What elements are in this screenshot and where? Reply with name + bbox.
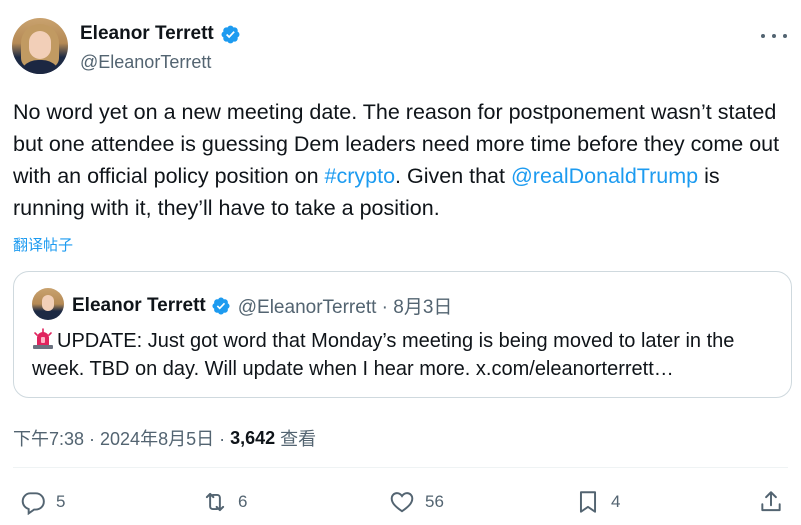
author-handle[interactable]: @EleanorTerrett bbox=[80, 52, 211, 73]
reply-button[interactable]: 5 bbox=[20, 489, 65, 515]
reply-icon bbox=[21, 492, 45, 515]
verified-badge-icon bbox=[221, 25, 240, 43]
views-label: 查看 bbox=[280, 429, 317, 449]
views-count: 3,642 bbox=[230, 427, 276, 448]
tweet-text-part: . Given that bbox=[395, 164, 511, 188]
reply-count: 5 bbox=[56, 492, 66, 511]
divider bbox=[13, 467, 788, 468]
heart-icon bbox=[390, 492, 414, 513]
quoted-tweet-text: UPDATE: Just got word that Monday’s meet… bbox=[32, 327, 777, 383]
quoted-tweet-header: Eleanor Terrett @EleanorTerrett · 8月3日 bbox=[72, 292, 452, 319]
verified-badge-icon bbox=[212, 297, 230, 314]
tweet-header: Eleanor Terrett @EleanorTerrett bbox=[12, 18, 789, 78]
tweet-text: No word yet on a new meeting date. The r… bbox=[13, 96, 788, 224]
author-name-row: Eleanor Terrett bbox=[80, 23, 241, 45]
tweet-timestamp: 下午7:38 · 2024年8月5日 · 3,642 查看 bbox=[13, 425, 316, 451]
bookmark-icon bbox=[579, 491, 597, 513]
time-date[interactable]: 下午7:38 · 2024年8月5日 · bbox=[13, 425, 225, 451]
retweet-count: 6 bbox=[238, 492, 248, 511]
more-options-icon[interactable] bbox=[761, 26, 787, 46]
bookmark-button[interactable]: 4 bbox=[575, 489, 620, 515]
quoted-author-name: Eleanor Terrett bbox=[72, 294, 206, 316]
quoted-handle-date: @EleanorTerrett · 8月3日 bbox=[237, 297, 453, 318]
action-bar: 5 6 56 4 bbox=[0, 485, 801, 525]
mention-realdonaldtrump-link[interactable]: @realDonaldTrump bbox=[511, 164, 698, 188]
translate-post-link[interactable]: 翻译帖子 bbox=[13, 234, 73, 255]
like-count: 56 bbox=[425, 492, 444, 511]
like-button[interactable]: 56 bbox=[389, 489, 444, 515]
retweet-button[interactable]: 6 bbox=[202, 489, 247, 515]
bookmark-count: 4 bbox=[611, 492, 621, 511]
hashtag-crypto-link[interactable]: #crypto bbox=[325, 164, 396, 188]
quoted-tweet-body: UPDATE: Just got word that Monday’s meet… bbox=[32, 330, 735, 380]
share-icon bbox=[761, 491, 781, 512]
quoted-tweet-card[interactable]: Eleanor Terrett @EleanorTerrett · 8月3日 U… bbox=[13, 271, 792, 398]
share-button[interactable] bbox=[758, 489, 784, 515]
rotating-light-icon bbox=[33, 328, 53, 349]
author-avatar[interactable] bbox=[12, 18, 68, 74]
author-display-name[interactable]: Eleanor Terrett bbox=[80, 23, 214, 45]
quoted-author-avatar bbox=[32, 288, 64, 320]
retweet-icon bbox=[205, 492, 225, 512]
